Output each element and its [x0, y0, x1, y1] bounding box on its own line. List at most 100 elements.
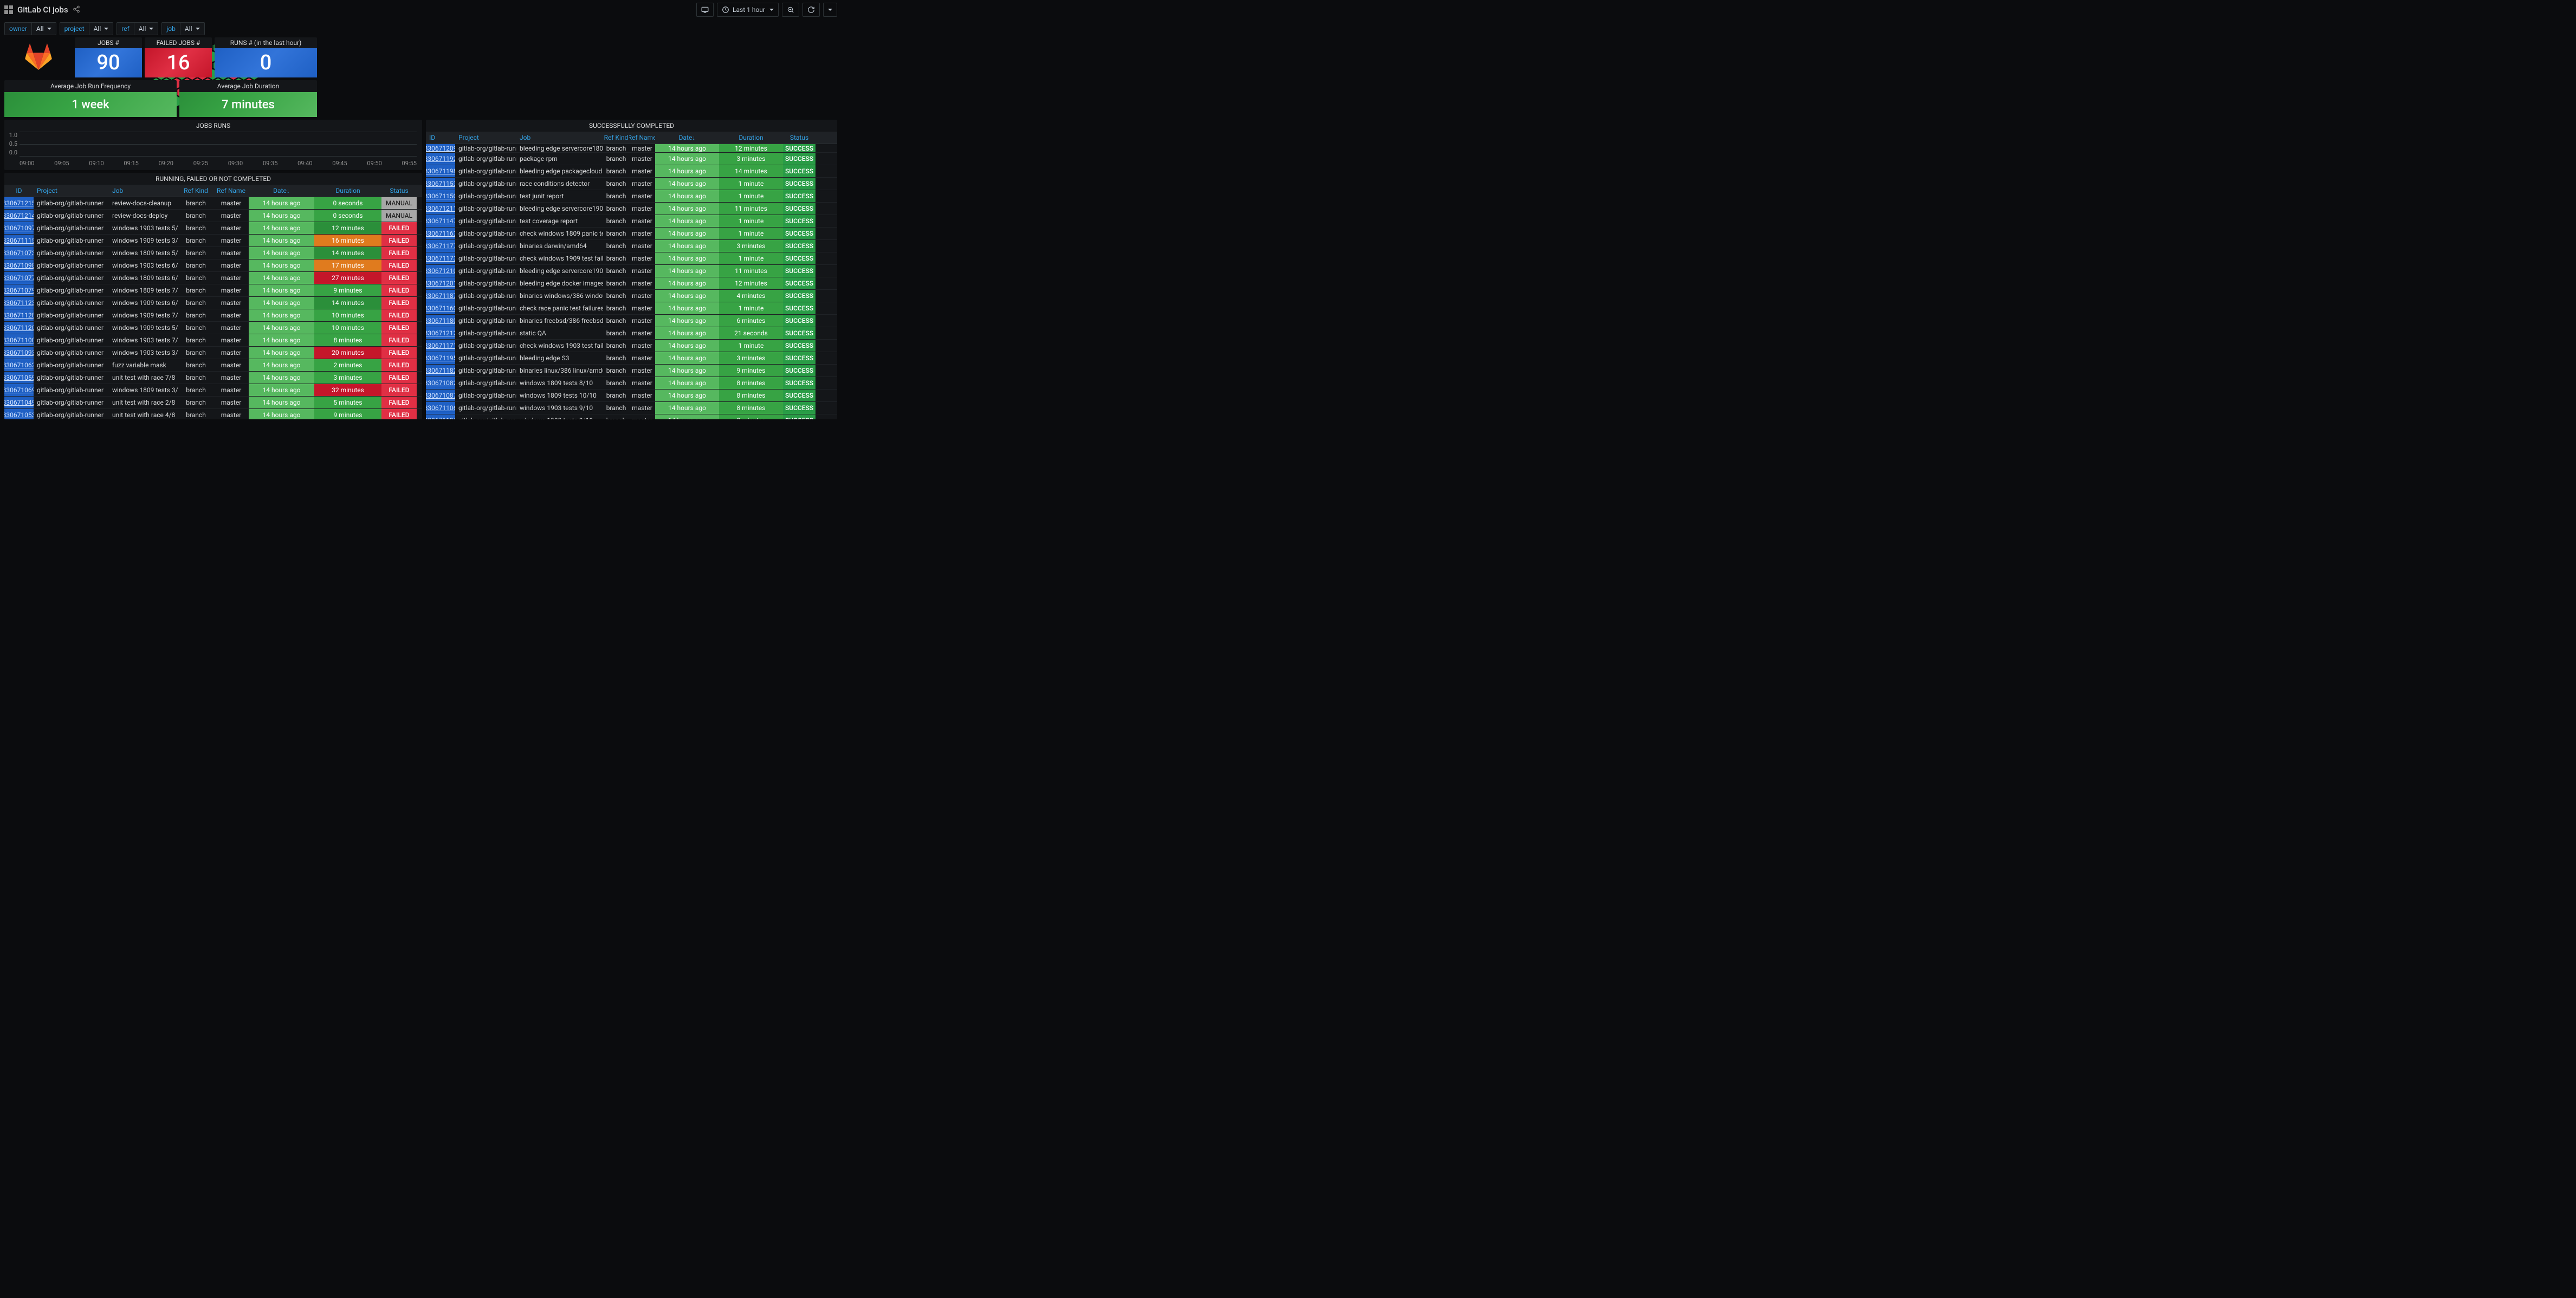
column-header[interactable]: Ref Name	[213, 185, 249, 197]
column-header[interactable]: ID	[4, 185, 34, 197]
stat-freq[interactable]: Average Job Run Frequency 1 week	[4, 80, 177, 117]
status-cell: FAILED	[381, 322, 417, 334]
job-id-link[interactable]: 830671123	[4, 297, 34, 309]
job-cell: windows 1903 tests 7/10	[109, 334, 178, 346]
job-id-link[interactable]: 830671073	[4, 247, 34, 259]
refresh-button[interactable]	[802, 3, 820, 17]
column-header[interactable]: Date	[655, 132, 719, 144]
job-cell: windows 1909 tests 3/10	[109, 235, 178, 246]
variable-ref[interactable]: refAll	[116, 22, 158, 35]
refkind-cell: branch	[178, 309, 213, 321]
job-id-link[interactable]: 830671163	[426, 228, 455, 239]
column-header[interactable]: Project	[455, 132, 516, 144]
job-id-link[interactable]: 830671115	[4, 235, 34, 246]
time-range-picker[interactable]: Last 1 hour	[717, 3, 779, 17]
duration-cell: 8 minutes	[719, 414, 783, 419]
status-cell: MANUAL	[381, 210, 417, 222]
variable-project[interactable]: projectAll	[60, 22, 114, 35]
job-id-link[interactable]: 830671209	[426, 144, 455, 152]
job-id-link[interactable]: 830671198	[426, 165, 455, 177]
variable-owner[interactable]: ownerAll	[4, 22, 56, 35]
stat-runs[interactable]: RUNS # (in the last hour) 0	[215, 37, 317, 77]
table-body[interactable]: 830671209gitlab-org/gitlab-runnerbleedin…	[426, 144, 837, 419]
job-id-link[interactable]: 830671177	[426, 240, 455, 252]
job-id-link[interactable]: 830671128	[4, 309, 34, 321]
job-cell: windows 1809 tests 7/10	[109, 284, 178, 296]
column-header[interactable]: Duration	[314, 185, 381, 197]
refresh-interval-button[interactable]	[823, 3, 837, 17]
job-id-link[interactable]: 830671214	[4, 210, 34, 222]
job-id-link[interactable]: 830671100	[4, 334, 34, 346]
refname-cell: master	[213, 384, 249, 396]
job-id-link[interactable]: 830671171	[426, 340, 455, 352]
job-id-link[interactable]: 830671093	[4, 347, 34, 359]
project-cell: gitlab-org/gitlab-runner	[455, 302, 516, 314]
chart-jobs-runs[interactable]: JOBS RUNS 1.00.50.0 09:0009:0509:1009:15…	[4, 120, 422, 170]
job-id-link[interactable]: 830671136	[426, 414, 455, 419]
job-id-link[interactable]: 830671120	[4, 322, 34, 334]
job-id-link[interactable]: 830671077	[4, 272, 34, 284]
status-cell: SUCCESS	[783, 352, 815, 364]
column-header[interactable]: Date	[249, 185, 314, 197]
job-id-link[interactable]: 830671173	[426, 252, 455, 264]
refname-cell: master	[629, 228, 655, 239]
column-header[interactable]: Project	[34, 185, 109, 197]
job-id-link[interactable]: 830671053	[4, 409, 34, 419]
refkind-cell: branch	[603, 203, 629, 215]
status-cell: SUCCESS	[783, 178, 815, 190]
status-cell: SUCCESS	[783, 228, 815, 239]
column-header[interactable]: Status	[783, 132, 815, 144]
stat-jobs[interactable]: JOBS # 90	[75, 37, 142, 77]
column-header[interactable]: Job	[516, 132, 603, 144]
column-header[interactable]: Ref Name	[629, 132, 655, 144]
column-header[interactable]: Ref Kind	[178, 185, 213, 197]
job-id-link[interactable]: 830671212	[426, 327, 455, 339]
job-id-link[interactable]: 830671192	[426, 153, 455, 165]
job-id-link[interactable]: 830671106	[426, 402, 455, 414]
job-id-link[interactable]: 830671069	[4, 384, 34, 396]
date-cell: 14 hours ago	[655, 240, 719, 252]
job-id-link[interactable]: 830671082	[426, 377, 455, 389]
job-id-link[interactable]: 830671201	[426, 277, 455, 289]
job-id-link[interactable]: 830671215	[4, 197, 34, 209]
column-header[interactable]: Ref Kind	[603, 132, 629, 144]
variable-job[interactable]: jobAll	[161, 22, 204, 35]
table-body[interactable]: 830671215gitlab-org/gitlab-runnerreview-…	[4, 197, 422, 419]
project-cell: gitlab-org/gitlab-runner	[34, 197, 109, 209]
job-id-link[interactable]: 830671062	[4, 359, 34, 371]
column-header[interactable]: ID	[426, 132, 455, 144]
tv-mode-button[interactable]	[696, 3, 714, 17]
job-id-link[interactable]: 830671187	[426, 290, 455, 302]
status-cell: FAILED	[381, 222, 417, 234]
zoom-out-button[interactable]	[782, 3, 799, 17]
job-id-link[interactable]: 830671087	[426, 390, 455, 401]
date-cell: 14 hours ago	[655, 340, 719, 352]
refkind-cell: branch	[178, 372, 213, 384]
job-cell: windows 1903 tests 3/10	[109, 347, 178, 359]
job-id-link[interactable]: 830671147	[426, 215, 455, 227]
status-cell: FAILED	[381, 334, 417, 346]
column-header[interactable]: Job	[109, 185, 178, 197]
job-id-link[interactable]: 830671153	[426, 178, 455, 190]
job-id-link[interactable]: 830671195	[426, 352, 455, 364]
column-header[interactable]: Status	[381, 185, 417, 197]
job-id-link[interactable]: 830671098	[4, 259, 34, 271]
job-id-link[interactable]: 830671211	[426, 203, 455, 215]
column-header[interactable]: Duration	[719, 132, 783, 144]
job-id-link[interactable]: 830671160	[426, 302, 455, 314]
job-id-link[interactable]: 830671059	[4, 372, 34, 384]
status-cell: SUCCESS	[783, 327, 815, 339]
job-id-link[interactable]: 830671180	[426, 315, 455, 327]
duration-cell: 1 minute	[719, 302, 783, 314]
job-id-link[interactable]: 830671182	[426, 365, 455, 377]
table-header: IDProjectJobRef KindRef NameDateDuration…	[4, 185, 422, 197]
job-id-link[interactable]: 830671097	[4, 222, 34, 234]
job-id-link[interactable]: 830671079	[4, 284, 34, 296]
stat-failed[interactable]: FAILED JOBS # 16	[145, 37, 212, 77]
job-cell: static QA	[516, 327, 603, 339]
share-icon[interactable]	[73, 5, 80, 15]
job-id-link[interactable]: 830671150	[426, 190, 455, 202]
stat-dur[interactable]: Average Job Duration 7 minutes	[179, 80, 317, 117]
job-id-link[interactable]: 830671049	[4, 397, 34, 408]
job-id-link[interactable]: 830671210	[426, 265, 455, 277]
